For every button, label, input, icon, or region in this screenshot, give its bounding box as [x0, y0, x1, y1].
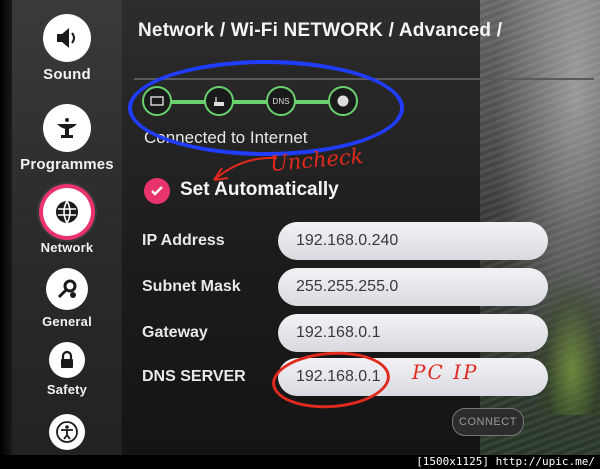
- check-icon: [144, 178, 170, 204]
- subnet-mask-field[interactable]: 255.255.255.0: [278, 268, 548, 306]
- dns-server-row: DNS SERVER 192.168.0.1: [142, 358, 552, 398]
- sidebar-item-network[interactable]: Network: [12, 188, 122, 255]
- annotation-uncheck: Uncheck: [269, 143, 365, 177]
- dns-server-label: DNS SERVER: [142, 368, 246, 385]
- gateway-row: Gateway 192.168.0.1: [142, 314, 552, 354]
- subnet-mask-label: Subnet Mask: [142, 278, 241, 295]
- tv-screen: Sound Programmes Network General Safety: [0, 0, 600, 469]
- sidebar-item-label: Sound: [43, 66, 91, 83]
- gear-icon: [46, 268, 88, 310]
- accessibility-icon: [49, 414, 85, 450]
- lock-icon: [49, 342, 85, 378]
- gateway-label: Gateway: [142, 324, 208, 341]
- network-advanced-panel: Network / Wi-Fi NETWORK / Advanced / DNS…: [122, 0, 600, 455]
- speaker-icon: [43, 14, 91, 62]
- sidebar-item-label: Safety: [46, 382, 88, 397]
- ip-address-label: IP Address: [142, 232, 225, 249]
- ip-address-field[interactable]: 192.168.0.240: [278, 222, 548, 260]
- status-connector-line: [154, 100, 354, 104]
- set-automatically-label: Set Automatically: [180, 179, 339, 200]
- sidebar-item-general[interactable]: General: [12, 268, 122, 329]
- globe-icon: [328, 86, 358, 116]
- annotation-pc-ip: PC IP: [412, 360, 479, 384]
- dns-label: DNS: [272, 96, 290, 106]
- tv-icon: [142, 86, 172, 116]
- sidebar-item-safety[interactable]: Safety: [12, 342, 122, 397]
- connection-status-diagram: DNS: [142, 86, 372, 118]
- connection-status-text: Connected to Internet: [144, 128, 308, 147]
- satellite-dish-icon: [43, 104, 91, 152]
- sidebar-item-programmes[interactable]: Programmes: [12, 104, 122, 173]
- watermark: [1500x1125] http://upic.me/: [413, 455, 598, 469]
- tv-bezel: [0, 0, 12, 469]
- sidebar-item-label: Programmes: [20, 156, 114, 173]
- dns-node: DNS: [266, 86, 296, 116]
- router-icon: [204, 86, 234, 116]
- page-title: Network / Wi-Fi NETWORK / Advanced /: [138, 20, 503, 41]
- connect-button[interactable]: CONNECT: [452, 408, 524, 436]
- gateway-field[interactable]: 192.168.0.1: [278, 314, 548, 352]
- sidebar-item-label: Network: [40, 240, 94, 255]
- globe-icon: [43, 188, 91, 236]
- sidebar-item-accessibility[interactable]: [12, 414, 122, 450]
- sidebar-item-label: General: [42, 314, 92, 329]
- ip-address-row: IP Address 192.168.0.240: [142, 222, 552, 262]
- settings-sidebar: Sound Programmes Network General Safety: [12, 0, 122, 455]
- sidebar-item-sound[interactable]: Sound: [12, 14, 122, 83]
- subnet-mask-row: Subnet Mask 255.255.255.0: [142, 268, 552, 308]
- divider: [134, 78, 594, 80]
